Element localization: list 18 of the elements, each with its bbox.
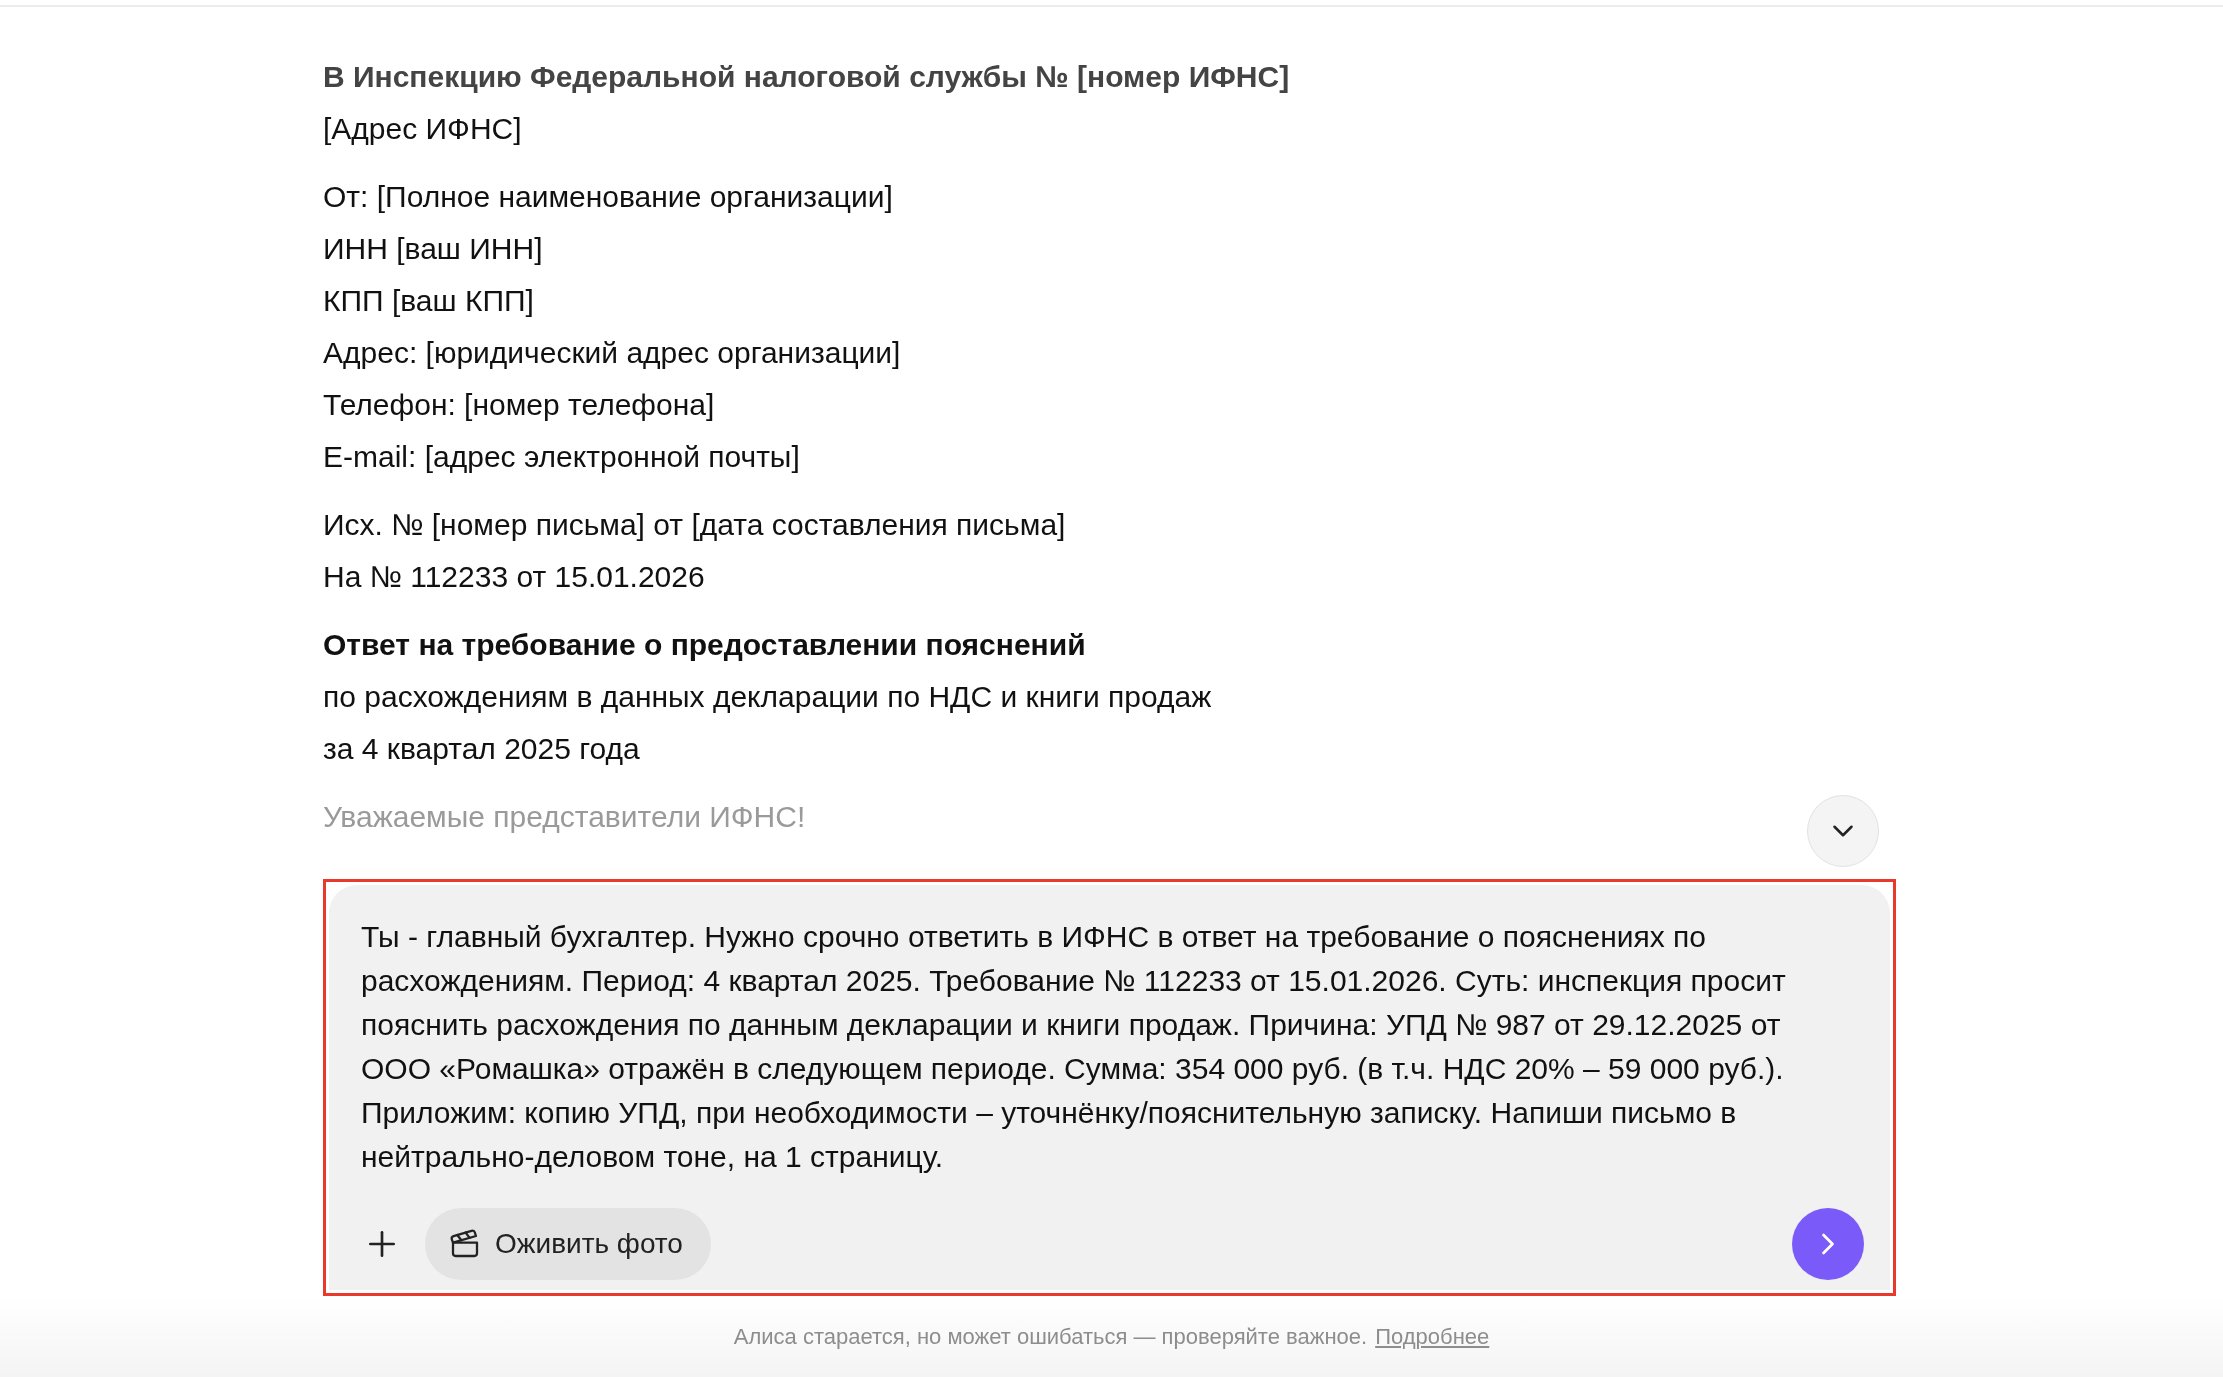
- letter-line: Исх. № [номер письма] от [дата составления письма]: [323, 507, 1066, 543]
- letter-line: Адрес: [юридический адрес организации]: [323, 335, 901, 371]
- clapperboard-icon: [449, 1228, 481, 1260]
- animate-photo-button[interactable]: Оживить фото: [425, 1208, 711, 1280]
- disclaimer-text: Алиса старается, но может ошибаться — проверяйте важное.: [733, 1323, 1368, 1350]
- letter-line: [Адрес ИФНС]: [323, 111, 522, 147]
- letter-line: КПП [ваш КПП]: [323, 283, 534, 319]
- letter-title: Ответ на требование о предоставлении пояснений: [323, 627, 1086, 663]
- letter-line: На № 112233 от 15.01.2026: [323, 559, 705, 595]
- letter-line: ИНН [ваш ИНН]: [323, 231, 543, 267]
- prompt-input[interactable]: Ты - главный бухгалтер. Нужно срочно ответить в ИФНС в ответ на требование о пояснениях по расхождениям. Период: 4 квартал 2025. Требование № 112233 от 15.01.2026. Суть: инспекция просит пояснить расхождения по данным декларации и книги продаж. Причина: УПД № 987 от 29.12.2025 от ООО «Ромашка» отражён в следующем периоде. Сумма: 354 000 руб. (в т.ч. НДС 20% – 59 000 руб.). Приложим: копию УПД, при необходимости – уточнёнку/пояснительную записку. Напиши письмо в нейтрально-деловом тоне, на 1 страницу.: [361, 915, 1864, 1208]
- letter-line: В Инспекцию Федеральной налоговой службы № [номер ИФНС]: [323, 59, 1290, 95]
- letter-line: От: [Полное наименование организации]: [323, 179, 893, 215]
- letter-line: по расхождениям в данных декларации по НДС и книги продаж: [323, 679, 1212, 715]
- letter-line: E-mail: [адрес электронной почты]: [323, 439, 800, 475]
- letter-line: за 4 квартал 2025 года: [323, 731, 640, 767]
- letter-line: Уважаемые представители ИФНС!: [323, 799, 806, 835]
- letter-line: Телефон: [номер телефона]: [323, 387, 715, 423]
